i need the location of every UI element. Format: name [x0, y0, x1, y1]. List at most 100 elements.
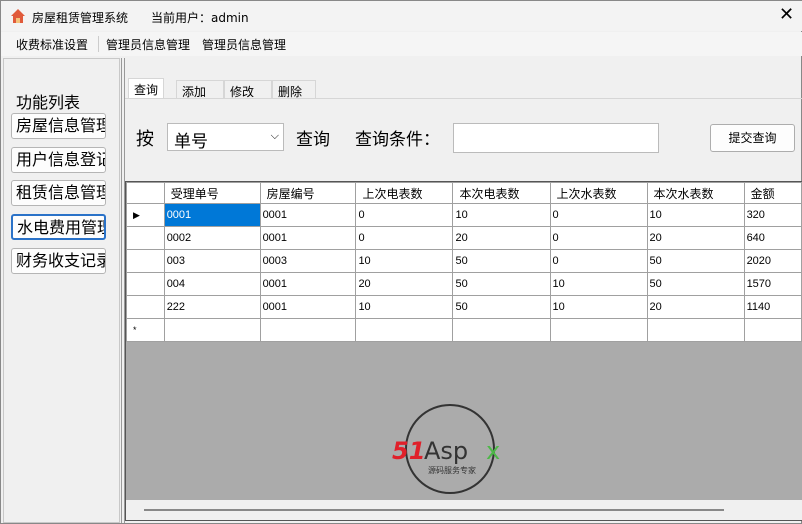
- table-cell[interactable]: 10: [452, 203, 551, 227]
- table-cell[interactable]: [452, 318, 551, 342]
- table-cell[interactable]: 0001: [163, 203, 261, 227]
- menu-fee-standard[interactable]: 收费标准设置: [16, 36, 88, 53]
- menu-separator: [98, 36, 99, 52]
- query-label: 查询: [296, 130, 330, 150]
- sidebar-item-lease[interactable]: 租赁信息管理: [11, 180, 106, 206]
- search-field-select[interactable]: 单号 ⌵: [167, 123, 284, 152]
- table-row[interactable]: ▶ 0001 0001 0 10 0 10 320: [126, 203, 802, 227]
- table-cell[interactable]: 10: [646, 203, 745, 227]
- svg-text:x: x: [486, 437, 500, 465]
- table-cell[interactable]: 1140: [743, 295, 802, 319]
- column-header[interactable]: 受理单号: [163, 182, 261, 204]
- table-cell[interactable]: [259, 318, 357, 342]
- table-cell[interactable]: 50: [646, 272, 745, 296]
- column-header[interactable]: 房屋编号: [259, 182, 357, 204]
- sidebar-item-finance[interactable]: 财务收支记录: [11, 248, 106, 274]
- sidebar-item-house[interactable]: 房屋信息管理: [11, 113, 106, 139]
- title-bar: 房屋租赁管理系统 当前用户：admin ✕: [1, 1, 802, 31]
- tab-delete[interactable]: 删除: [272, 80, 316, 99]
- table-cell[interactable]: 10: [549, 295, 648, 319]
- tab-query[interactable]: 查询: [128, 78, 165, 99]
- close-icon[interactable]: ✕: [779, 4, 794, 25]
- column-header[interactable]: 上次电表数: [355, 182, 454, 204]
- new-row-icon: *: [126, 318, 165, 342]
- table-cell[interactable]: 20: [355, 272, 454, 296]
- table-cell[interactable]: 20: [646, 295, 745, 319]
- table-cell[interactable]: 2020: [743, 249, 802, 273]
- search-field-value: 单号: [174, 132, 208, 152]
- tab-add[interactable]: 添加: [176, 80, 224, 99]
- table-cell[interactable]: 10: [355, 295, 454, 319]
- menu-admin-2[interactable]: 管理员信息管理: [202, 36, 286, 53]
- svg-text:源码服务专家: 源码服务专家: [428, 465, 476, 475]
- window-title: 房屋租赁管理系统: [32, 11, 129, 25]
- submit-query-button[interactable]: 提交查询: [710, 124, 795, 152]
- table-cell[interactable]: 0: [549, 203, 648, 227]
- table-cell[interactable]: 0003: [259, 249, 357, 273]
- table-cell[interactable]: [743, 318, 802, 342]
- table-cell[interactable]: 20: [646, 226, 745, 250]
- table-cell[interactable]: 640: [743, 226, 802, 250]
- column-header[interactable]: 上次水表数: [549, 182, 648, 204]
- table-row[interactable]: 003 0003 10 50 0 50 2020: [126, 249, 802, 273]
- chevron-down-icon: ⌵: [270, 129, 279, 142]
- table-cell[interactable]: [355, 318, 454, 342]
- tab-edit[interactable]: 修改: [224, 80, 272, 99]
- table-cell[interactable]: 1570: [743, 272, 802, 296]
- condition-label: 查询条件：: [355, 130, 440, 150]
- column-header[interactable]: 本次水表数: [646, 182, 745, 204]
- column-header[interactable]: 本次电表数: [452, 182, 551, 204]
- row-header[interactable]: [126, 226, 165, 250]
- row-header[interactable]: [126, 295, 165, 319]
- table-cell[interactable]: 20: [452, 226, 551, 250]
- current-user: 当前用户：admin: [151, 11, 249, 25]
- table-cell[interactable]: 0: [549, 226, 648, 250]
- table-cell[interactable]: 003: [163, 249, 261, 273]
- table-cell[interactable]: 50: [646, 249, 745, 273]
- svg-text:51: 51: [392, 437, 425, 465]
- table-cell[interactable]: 0001: [259, 203, 357, 227]
- table-cell[interactable]: [163, 318, 261, 342]
- grid-table: 受理单号 房屋编号 上次电表数 本次电表数 上次水表数 本次水表数 金额 ▶ 0001 0001…: [126, 182, 802, 342]
- svg-text:Asp: Asp: [424, 437, 468, 465]
- table-cell[interactable]: 0001: [259, 272, 357, 296]
- table-cell[interactable]: 320: [743, 203, 802, 227]
- house-icon: [10, 8, 26, 24]
- column-header[interactable]: 金额: [743, 182, 802, 204]
- new-row[interactable]: *: [126, 318, 802, 342]
- table-cell[interactable]: 0: [355, 226, 454, 250]
- table-cell[interactable]: 004: [163, 272, 261, 296]
- table-cell[interactable]: [646, 318, 745, 342]
- table-cell[interactable]: 0002: [163, 226, 261, 250]
- table-cell[interactable]: 10: [549, 272, 648, 296]
- table-cell[interactable]: 50: [452, 295, 551, 319]
- table-cell[interactable]: 0: [549, 249, 648, 273]
- table-cell[interactable]: [549, 318, 648, 342]
- sidebar-item-utility[interactable]: 水电费用管理: [11, 214, 106, 240]
- table-cell[interactable]: 10: [355, 249, 454, 273]
- sidebar-item-user[interactable]: 用户信息登记: [11, 147, 106, 173]
- row-header[interactable]: [126, 272, 165, 296]
- watermark-logo: 51 Asp x 源码服务专家: [388, 404, 512, 498]
- sidebar-title: 功能列表: [16, 89, 83, 113]
- table-cell[interactable]: 0: [355, 203, 454, 227]
- grid-corner: [126, 182, 165, 204]
- table-cell[interactable]: 0001: [259, 226, 357, 250]
- table-row[interactable]: 0002 0001 0 20 0 20 640: [126, 226, 802, 250]
- table-row[interactable]: 004 0001 20 50 10 50 1570: [126, 272, 802, 296]
- scrollbar-thumb[interactable]: [144, 509, 724, 511]
- menu-bar: 收费标准设置 管理员信息管理 管理员信息管理: [1, 32, 802, 56]
- table-cell[interactable]: 50: [452, 272, 551, 296]
- tab-border: [125, 98, 802, 99]
- condition-input[interactable]: [453, 123, 659, 153]
- table-cell[interactable]: 222: [163, 295, 261, 319]
- table-cell[interactable]: 0001: [259, 295, 357, 319]
- table-cell[interactable]: 50: [452, 249, 551, 273]
- menu-admin-1[interactable]: 管理员信息管理: [106, 36, 190, 53]
- search-by-label: 按: [136, 129, 154, 150]
- horizontal-scrollbar[interactable]: [126, 500, 802, 520]
- current-row-indicator-icon[interactable]: ▶: [126, 203, 165, 227]
- data-grid: 受理单号 房屋编号 上次电表数 本次电表数 上次水表数 本次水表数 金额 ▶ 0001 0001…: [125, 181, 802, 521]
- table-row[interactable]: 222 0001 10 50 10 20 1140: [126, 295, 802, 319]
- row-header[interactable]: [126, 249, 165, 273]
